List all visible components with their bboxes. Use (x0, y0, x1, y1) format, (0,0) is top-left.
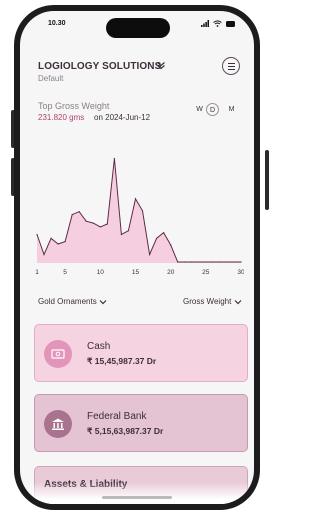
chart-point (106, 223, 108, 225)
federal-bank-account-card[interactable]: Federal Bank ₹ 5,15,63,987.37 Dr (34, 394, 248, 452)
bank-icon (44, 410, 72, 438)
battery-icon (226, 20, 235, 27)
company-subtitle: Default (38, 74, 64, 83)
period-week-button[interactable]: W (193, 103, 206, 116)
chart-point (205, 261, 207, 263)
chart-point (99, 226, 101, 228)
chart-point (36, 233, 38, 236)
kpi-title: Top Gross Weight (38, 101, 110, 111)
chart-point (120, 233, 122, 236)
chart-point (85, 220, 87, 222)
metric-filter-dropdown[interactable]: Gross Weight (183, 297, 242, 306)
account-name: Cash (87, 341, 111, 352)
status-icons (201, 20, 236, 27)
account-balance: ₹ 5,15,63,987.37 Dr (87, 426, 164, 436)
period-day-button[interactable]: D (206, 103, 219, 116)
chart-point (163, 232, 165, 234)
x-tick-label: 1 (35, 269, 39, 276)
status-bar: 10.30 (20, 18, 254, 38)
account-name: Federal Bank (87, 411, 147, 422)
account-balance: ₹ 15,45,987.37 Dr (87, 356, 157, 366)
chart-point (219, 261, 221, 263)
dynamic-island (106, 18, 170, 38)
bottom-fade (20, 482, 254, 504)
cash-account-card[interactable]: Cash ₹ 15,45,987.37 Dr (34, 324, 248, 382)
chart-point (149, 253, 151, 256)
kpi-date: on 2024-Jun-12 (94, 113, 151, 122)
chart-point (156, 237, 158, 239)
x-tick-label: 10 (97, 269, 105, 276)
chevron-down-icon (234, 299, 241, 305)
x-tick-label: 20 (167, 269, 175, 276)
chart-point (170, 244, 172, 246)
chart-point (134, 198, 137, 200)
gross-weight-chart: 1 5 10 15 20 25 30 (35, 157, 244, 276)
x-tick-label: 15 (132, 269, 140, 276)
chart-point (177, 261, 179, 263)
chart-point (57, 243, 59, 245)
chart-point (226, 261, 228, 263)
home-indicator[interactable] (102, 496, 172, 499)
chart-point (92, 222, 94, 224)
phone-power-button (265, 150, 269, 210)
chart-point (240, 261, 242, 263)
menu-icon-line (228, 69, 235, 70)
chart-point (64, 241, 66, 243)
status-time: 10.30 (48, 20, 66, 27)
chart-point (43, 253, 45, 256)
chart-area-fill (37, 158, 241, 263)
chart-point (184, 261, 186, 263)
cash-icon (44, 340, 72, 368)
x-tick-label: 30 (237, 269, 244, 276)
chart-point (233, 261, 235, 263)
period-month-button[interactable]: M (225, 103, 238, 116)
x-tick-label: 5 (63, 269, 67, 276)
item-filter-dropdown[interactable]: Gold Ornaments (38, 297, 107, 306)
app-screen: 10.30 LOGIOLOGY SOLUTIONS Default Top Gr… (20, 11, 254, 504)
chart-point (78, 211, 80, 213)
menu-icon-line (228, 66, 235, 67)
chart-point (191, 261, 193, 263)
chart-point (127, 230, 129, 232)
phone-frame: 10.30 LOGIOLOGY SOLUTIONS Default Top Gr… (14, 5, 260, 510)
company-title[interactable]: LOGIOLOGY SOLUTIONS (38, 61, 161, 72)
company-dropdown-icon[interactable] (156, 60, 166, 73)
wifi-icon (213, 20, 222, 27)
kpi-value: 231.820 gms (38, 113, 85, 122)
menu-button[interactable] (222, 57, 240, 75)
chart-point (71, 214, 73, 216)
chart-point (141, 210, 144, 212)
signal-icon (201, 20, 210, 27)
menu-icon (228, 63, 235, 64)
metric-filter-label: Gross Weight (183, 297, 232, 306)
chart-point (212, 261, 214, 263)
chart-point (198, 261, 200, 263)
chart-point (50, 237, 52, 239)
x-tick-label: 25 (202, 269, 210, 276)
chart-point (113, 157, 115, 160)
chevron-down-icon (99, 299, 107, 305)
item-filter-label: Gold Ornaments (38, 297, 97, 306)
